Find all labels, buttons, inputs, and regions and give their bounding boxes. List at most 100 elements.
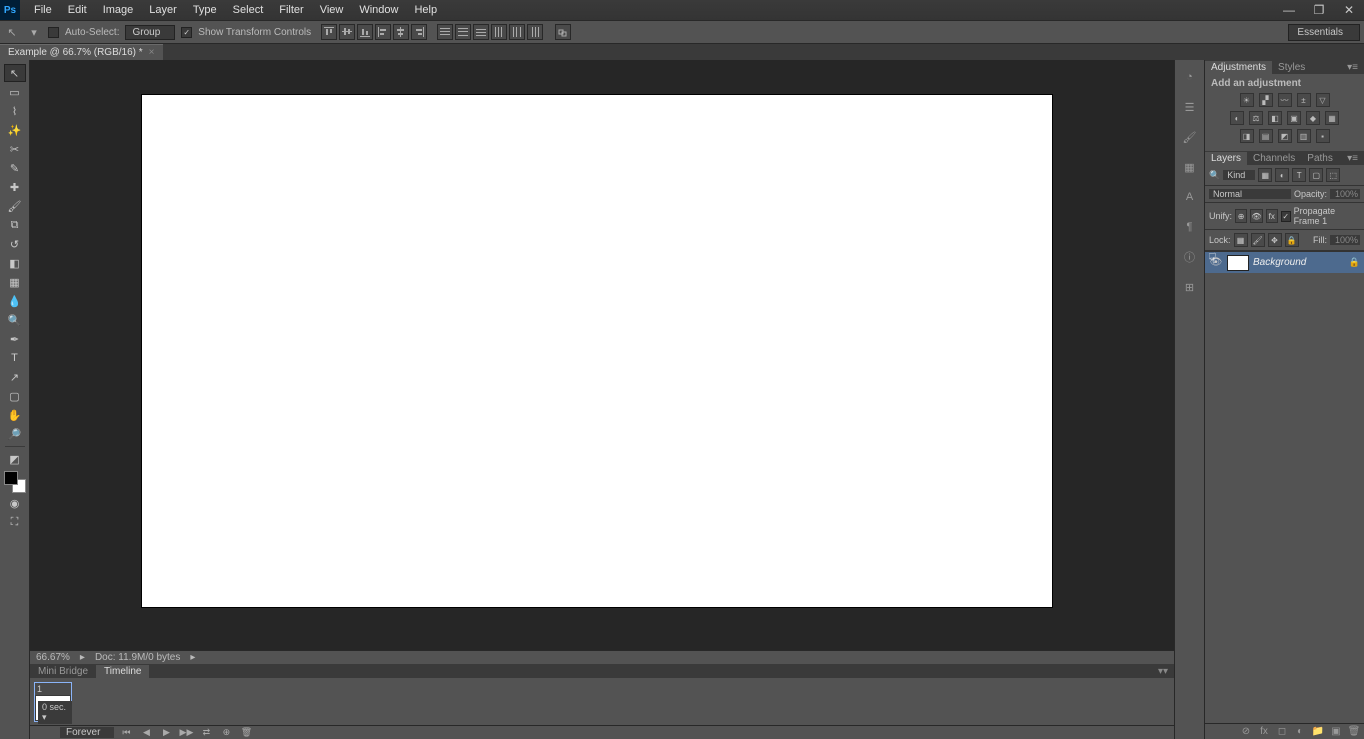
swatches-panel-icon[interactable]: ▦: [1181, 158, 1199, 176]
magic-wand-tool[interactable]: ✨: [4, 121, 26, 139]
close-tab-icon[interactable]: ×: [149, 47, 155, 58]
gradient-map-icon[interactable]: ▥: [1297, 129, 1311, 143]
brush-panel-icon[interactable]: 🖌: [1181, 128, 1199, 146]
align-vcenter-button[interactable]: [339, 24, 355, 40]
selective-color-icon[interactable]: ▪: [1316, 129, 1330, 143]
character-panel-icon[interactable]: A: [1181, 188, 1199, 206]
close-button[interactable]: ✕: [1334, 0, 1364, 20]
distribute-hcenter-button[interactable]: [509, 24, 525, 40]
layer-thumbnail[interactable]: [1227, 255, 1249, 271]
play-button[interactable]: ▶: [158, 727, 174, 739]
propagate-checkbox[interactable]: ✓: [1281, 211, 1291, 222]
curves-icon[interactable]: 〰: [1278, 93, 1292, 107]
document-tab[interactable]: Example @ 66.7% (RGB/16) * ×: [0, 44, 163, 60]
levels-icon[interactable]: ▞: [1259, 93, 1273, 107]
align-top-edges-button[interactable]: [321, 24, 337, 40]
layer-visibility-icon[interactable]: 👁: [1209, 256, 1223, 270]
align-hcenter-button[interactable]: [393, 24, 409, 40]
menu-select[interactable]: Select: [225, 1, 272, 19]
auto-align-button[interactable]: [555, 24, 571, 40]
first-frame-button[interactable]: ⏮: [118, 727, 134, 739]
lasso-tool[interactable]: ⌇: [4, 102, 26, 120]
unify-style-icon[interactable]: fx: [1266, 209, 1278, 223]
navigator-panel-icon[interactable]: ⊞: [1181, 278, 1199, 296]
unify-visibility-icon[interactable]: 👁: [1250, 209, 1262, 223]
tab-mini-bridge[interactable]: Mini Bridge: [30, 665, 96, 678]
align-left-edges-button[interactable]: [375, 24, 391, 40]
link-layers-icon[interactable]: ⊘: [1240, 726, 1252, 738]
properties-panel-icon[interactable]: ☰: [1181, 98, 1199, 116]
screen-mode-tool[interactable]: ⛶: [4, 513, 26, 531]
filter-type-icon[interactable]: T: [1292, 168, 1306, 182]
lock-transparent-icon[interactable]: ▦: [1234, 233, 1248, 247]
eraser-tool[interactable]: ◧: [4, 254, 26, 272]
next-frame-button[interactable]: ▶▶: [178, 727, 194, 739]
crop-tool[interactable]: ✂: [4, 140, 26, 158]
show-transform-checkbox[interactable]: ✓: [181, 27, 192, 38]
blend-mode-select[interactable]: Normal: [1209, 189, 1291, 199]
align-right-edges-button[interactable]: [411, 24, 427, 40]
distribute-left-button[interactable]: [491, 24, 507, 40]
tool-preset-picker[interactable]: ▾: [26, 24, 42, 40]
layer-style-icon[interactable]: fx: [1258, 726, 1270, 738]
eyedropper-tool[interactable]: ✎: [4, 159, 26, 177]
path-selection-tool[interactable]: ↗: [4, 368, 26, 386]
filter-pixel-icon[interactable]: ▦: [1258, 168, 1272, 182]
menu-type[interactable]: Type: [185, 1, 225, 19]
new-group-icon[interactable]: 📁: [1312, 726, 1324, 738]
menu-view[interactable]: View: [312, 1, 352, 19]
hand-tool[interactable]: ✋: [4, 406, 26, 424]
distribute-bottom-button[interactable]: [473, 24, 489, 40]
hue-sat-icon[interactable]: ◐: [1230, 111, 1244, 125]
collapse-panel-icon[interactable]: ▾▾: [1152, 666, 1174, 677]
brightness-contrast-icon[interactable]: ☀: [1240, 93, 1254, 107]
tab-styles[interactable]: Styles: [1272, 61, 1311, 74]
history-brush-tool[interactable]: ↺: [4, 235, 26, 253]
fill-input[interactable]: 100%: [1330, 235, 1360, 245]
filter-shape-icon[interactable]: ▢: [1309, 168, 1323, 182]
foreground-color-swatch[interactable]: [4, 471, 18, 485]
document-canvas[interactable]: [142, 95, 1052, 607]
filter-adj-icon[interactable]: ◐: [1275, 168, 1289, 182]
layer-mask-icon[interactable]: ◻: [1276, 726, 1288, 738]
filter-kind-icon[interactable]: 🔍: [1209, 170, 1220, 181]
menu-edit[interactable]: Edit: [60, 1, 95, 19]
tab-timeline[interactable]: Timeline: [96, 665, 149, 678]
layer-background-row[interactable]: 👁 Background 🔒: [1205, 251, 1364, 273]
lock-pixels-icon[interactable]: 🖌: [1251, 233, 1265, 247]
delete-frame-button[interactable]: 🗑: [238, 727, 254, 739]
new-layer-icon[interactable]: ▣: [1330, 726, 1342, 738]
rectangle-tool[interactable]: ▢: [4, 387, 26, 405]
tab-channels[interactable]: Channels: [1247, 152, 1301, 165]
tab-paths[interactable]: Paths: [1301, 152, 1339, 165]
menu-window[interactable]: Window: [351, 1, 406, 19]
color-swatches[interactable]: [4, 471, 26, 493]
duplicate-frame-button[interactable]: ⊕: [218, 727, 234, 739]
delete-layer-icon[interactable]: 🗑: [1348, 726, 1360, 738]
type-tool[interactable]: T: [4, 349, 26, 367]
lock-all-icon[interactable]: 🔒: [1285, 233, 1299, 247]
zoom-level[interactable]: 66.67%: [36, 652, 70, 663]
opacity-input[interactable]: 100%: [1330, 189, 1360, 199]
canvas-area[interactable]: [30, 60, 1174, 739]
tween-button[interactable]: ⇄: [198, 727, 214, 739]
tab-adjustments[interactable]: Adjustments: [1205, 61, 1272, 74]
quick-mask-tool[interactable]: ◉: [4, 494, 26, 512]
layer-name-label[interactable]: Background: [1253, 257, 1306, 268]
distribute-right-button[interactable]: [527, 24, 543, 40]
black-white-icon[interactable]: ◧: [1268, 111, 1282, 125]
prev-frame-button[interactable]: ◀: [138, 727, 154, 739]
filter-smart-icon[interactable]: ⬚: [1326, 168, 1340, 182]
distribute-top-button[interactable]: [437, 24, 453, 40]
gradient-tool[interactable]: ▦: [4, 273, 26, 291]
frame-duration-select[interactable]: 0 sec. ▾: [38, 701, 72, 724]
new-adjustment-layer-icon[interactable]: ◐: [1294, 726, 1306, 738]
vibrance-icon[interactable]: ▽: [1316, 93, 1330, 107]
color-balance-icon[interactable]: ⚖: [1249, 111, 1263, 125]
marquee-tool[interactable]: ▭: [4, 83, 26, 101]
minimize-button[interactable]: —: [1274, 0, 1304, 20]
move-tool[interactable]: ↖: [4, 64, 26, 82]
clone-stamp-tool[interactable]: ⧉: [4, 216, 26, 234]
tab-layers[interactable]: Layers: [1205, 152, 1247, 165]
healing-brush-tool[interactable]: ✚: [4, 178, 26, 196]
